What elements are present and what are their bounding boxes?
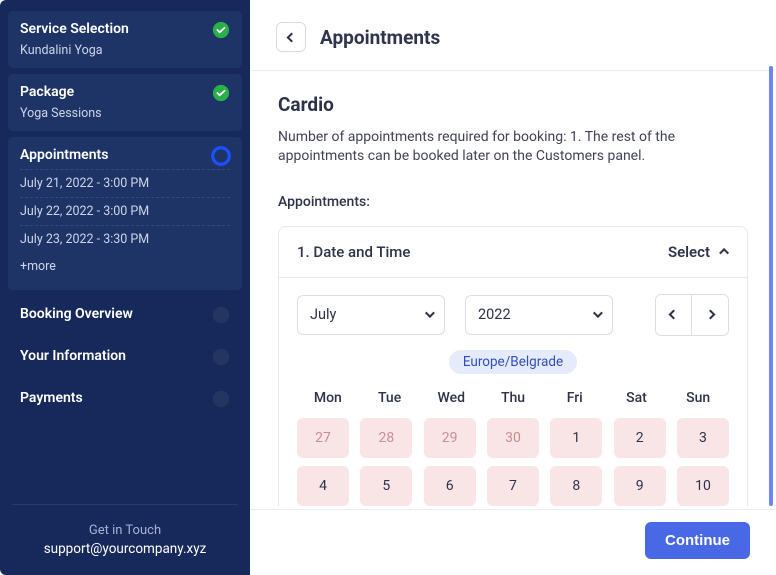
prev-month-button[interactable] (656, 295, 692, 335)
header: Appointments (250, 0, 776, 70)
calendar-day[interactable]: 27 (297, 418, 349, 458)
pending-dot-icon (210, 346, 232, 368)
calendar-day[interactable]: 30 (487, 418, 539, 458)
calendar-day[interactable]: 4 (297, 466, 349, 506)
pending-dot-icon (210, 304, 232, 326)
calendar-day[interactable]: 2 (614, 418, 666, 458)
pending-dot-icon (210, 388, 232, 410)
contact-block: Get in Touch support@yourcompany.xyz (0, 498, 250, 567)
calendar-day[interactable]: 1 (550, 418, 602, 458)
weekday-label: Thu (482, 390, 544, 406)
step-title: Service Selection (20, 21, 230, 37)
select-label: Select (668, 243, 710, 261)
step-title: Your Information (20, 348, 230, 364)
appointment-item: July 22, 2022 - 3:00 PM (20, 197, 230, 225)
calendar-day[interactable]: 3 (677, 418, 729, 458)
check-circle-icon (212, 21, 230, 39)
appointment-item: July 23, 2022 - 3:30 PM (20, 225, 230, 253)
step-appointments[interactable]: Appointments July 21, 2022 - 3:00 PM Jul… (8, 137, 242, 290)
chevron-down-icon (593, 308, 603, 318)
calendar-day[interactable]: 29 (424, 418, 476, 458)
calendar-grid: 27 28 29 30 1 2 3 4 5 6 7 8 9 10 (297, 418, 729, 506)
step-title: Appointments (20, 147, 230, 163)
chevron-left-icon (286, 32, 296, 42)
appointment-item: July 21, 2022 - 3:00 PM (20, 169, 230, 197)
step-title: Payments (20, 390, 230, 406)
calendar-header: Mon Tue Wed Thu Fri Sat Sun (297, 390, 729, 406)
year-select[interactable]: 2022 (465, 295, 613, 335)
calendar-day[interactable]: 7 (487, 466, 539, 506)
appointment-more[interactable]: +more (20, 253, 230, 280)
continue-button[interactable]: Continue (645, 522, 750, 559)
contact-email[interactable]: support@yourcompany.xyz (12, 541, 238, 557)
chevron-up-icon (719, 248, 729, 258)
weekday-label: Mon (297, 390, 359, 406)
step-payments: Payments (8, 380, 242, 416)
panel-header[interactable]: 1. Date and Time Select (279, 227, 747, 278)
month-value: July (310, 306, 336, 323)
panel-select-toggle[interactable]: Select (668, 243, 729, 261)
scrollbar[interactable] (769, 66, 773, 506)
calendar-day[interactable]: 28 (360, 418, 412, 458)
step-booking-overview: Booking Overview (8, 296, 242, 332)
year-value: 2022 (478, 306, 511, 323)
back-button[interactable] (276, 22, 306, 52)
timezone-badge[interactable]: Europe/Belgrade (449, 350, 577, 374)
sidebar: Service Selection Kundalini Yoga Package… (0, 0, 250, 575)
next-month-button[interactable] (692, 295, 728, 335)
main-panel: Appointments Cardio Number of appointmen… (250, 0, 776, 575)
footer: Continue (250, 509, 776, 575)
chevron-right-icon (705, 310, 715, 320)
calendar-day[interactable]: 5 (360, 466, 412, 506)
check-circle-icon (212, 84, 230, 102)
panel-step-label: 1. Date and Time (297, 243, 410, 261)
step-subtitle: Yoga Sessions (20, 106, 230, 121)
weekday-label: Fri (544, 390, 606, 406)
contact-label: Get in Touch (12, 523, 238, 538)
step-package[interactable]: Package Yoga Sessions (8, 74, 242, 131)
step-your-information: Your Information (8, 338, 242, 374)
month-nav (655, 294, 729, 336)
date-time-panel: 1. Date and Time Select July 2022 (278, 226, 748, 506)
calendar-day[interactable]: 10 (677, 466, 729, 506)
page-title: Appointments (320, 26, 440, 49)
appointments-label: Appointments: (278, 194, 748, 210)
weekday-label: Tue (359, 390, 421, 406)
step-title: Booking Overview (20, 306, 230, 322)
service-title: Cardio (278, 93, 748, 116)
content: Cardio Number of appointments required f… (250, 71, 776, 509)
progress-ring-icon (210, 145, 232, 167)
step-service-selection[interactable]: Service Selection Kundalini Yoga (8, 11, 242, 68)
calendar-day[interactable]: 6 (424, 466, 476, 506)
chevron-left-icon (669, 310, 679, 320)
weekday-label: Sat (606, 390, 668, 406)
weekday-label: Sun (667, 390, 729, 406)
appointment-list: July 21, 2022 - 3:00 PM July 22, 2022 - … (20, 169, 230, 280)
month-select[interactable]: July (297, 295, 445, 335)
step-subtitle: Kundalini Yoga (20, 43, 230, 58)
chevron-down-icon (425, 308, 435, 318)
calendar-day[interactable]: 8 (550, 466, 602, 506)
calendar-day[interactable]: 9 (614, 466, 666, 506)
weekday-label: Wed (420, 390, 482, 406)
panel-body: July 2022 Europe/Belgrade (279, 278, 747, 506)
service-description: Number of appointments required for book… (278, 128, 678, 166)
step-title: Package (20, 84, 230, 100)
